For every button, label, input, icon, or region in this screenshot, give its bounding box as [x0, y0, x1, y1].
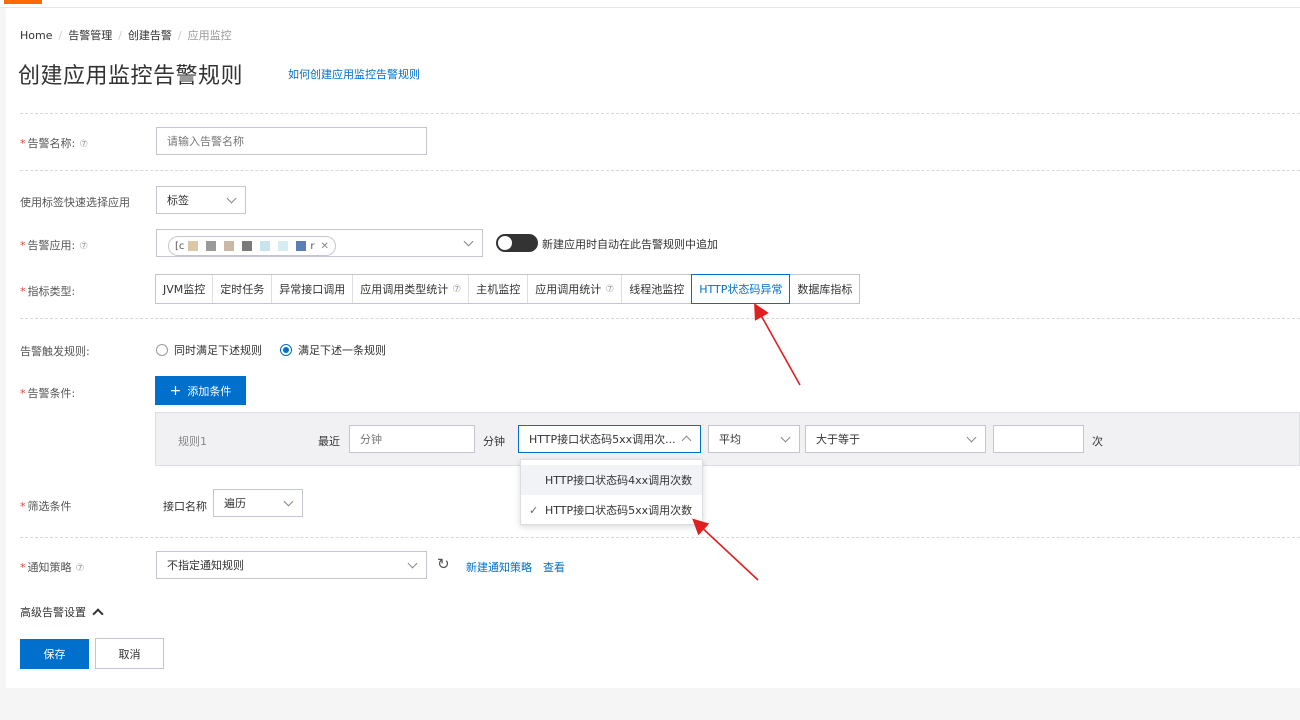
- help-icon: ⑦: [79, 241, 89, 252]
- trigger-rule-radios: 同时满足下述规则 满足下述一条规则: [156, 342, 386, 358]
- alert-app-label: * 告警应用: ⑦: [20, 239, 89, 252]
- help-link[interactable]: 如何创建应用监控告警规则: [288, 66, 420, 82]
- alert-name-input[interactable]: 请输入告警名称: [156, 127, 427, 155]
- tag-select-label: 使用标签快速选择应用: [20, 196, 130, 209]
- operator-select[interactable]: 大于等于: [805, 425, 986, 453]
- help-icon: ⑦: [452, 283, 462, 295]
- recent-label: 最近: [318, 435, 340, 448]
- new-notify-link[interactable]: 新建通知策略: [466, 559, 532, 575]
- chevron-down-icon: [966, 432, 977, 443]
- chevron-down-icon: [283, 496, 294, 507]
- check-icon: ✓: [529, 503, 539, 517]
- condition-label: * 告警条件:: [20, 387, 76, 400]
- tab-http-status[interactable]: HTTP状态码异常: [691, 274, 791, 304]
- save-button[interactable]: 保存: [20, 639, 89, 669]
- radio-any-label: 满足下述一条规则: [298, 344, 386, 357]
- breadcrumb: Home / 告警管理 / 创建告警 / 应用监控: [20, 27, 232, 43]
- alert-name-label: * 告警名称: ⑦: [20, 137, 89, 150]
- toggle-label: 新建应用时自动在此告警规则中追加: [542, 238, 718, 251]
- count-unit: 次: [1092, 435, 1103, 448]
- divider: [20, 318, 1300, 319]
- threshold-input[interactable]: [993, 425, 1084, 453]
- filter-select[interactable]: 遍历: [213, 489, 303, 517]
- metric-type-tabs: JVM监控 定时任务 异常接口调用 应用调用类型统计 ⑦ 主机监控 应用调用统计 ⑦…: [155, 274, 861, 304]
- help-icon: ⑦: [605, 283, 615, 295]
- trigger-rule-label: 告警触发规则:: [20, 345, 90, 358]
- help-icon: ⑦: [79, 139, 89, 150]
- metric-dropdown: HTTP接口状态码4xx调用次数 ✓ HTTP接口状态码5xx调用次数: [520, 459, 703, 525]
- minutes-input[interactable]: 分钟: [349, 425, 475, 453]
- chevron-down-icon: [226, 193, 237, 204]
- tag-select[interactable]: 标签: [156, 186, 246, 214]
- breadcrumb-home[interactable]: Home: [20, 29, 52, 42]
- rule-name: 规则1: [178, 435, 207, 448]
- radio-all-label: 同时满足下述规则: [174, 344, 262, 357]
- breadcrumb-current: 应用监控: [187, 29, 232, 42]
- auto-append-toggle[interactable]: [496, 234, 538, 252]
- dropdown-option-5xx[interactable]: ✓ HTTP接口状态码5xx调用次数: [521, 495, 702, 525]
- help-icon: ⑦: [75, 563, 85, 574]
- notify-select[interactable]: 不指定通知规则: [156, 551, 427, 579]
- advanced-settings-toggle[interactable]: 高级告警设置: [20, 604, 104, 620]
- tab-exception-api[interactable]: 异常接口调用: [272, 275, 354, 303]
- chevron-up-icon: [92, 608, 104, 620]
- refresh-icon[interactable]: ↻: [437, 555, 450, 573]
- tab-scheduled-task[interactable]: 定时任务: [213, 275, 273, 303]
- divider: [20, 537, 1300, 538]
- tab-call-type-stats[interactable]: 应用调用类型统计 ⑦: [353, 275, 470, 303]
- tab-jvm[interactable]: JVM监控: [156, 275, 214, 303]
- filter-label: * 筛选条件: [20, 500, 72, 513]
- chevron-up-icon: [681, 435, 692, 446]
- breadcrumb-alert-management[interactable]: 告警管理: [68, 27, 112, 43]
- plus-icon: +: [169, 382, 182, 399]
- filter-field-label: 接口名称: [163, 500, 207, 513]
- chevron-down-icon: [463, 236, 474, 247]
- aggregation-select[interactable]: 平均: [708, 425, 800, 453]
- top-bar: [0, 0, 1300, 8]
- breadcrumb-create-alert[interactable]: 创建告警: [128, 27, 172, 43]
- add-condition-button[interactable]: + 添加条件: [155, 376, 246, 405]
- dropdown-option-4xx[interactable]: HTTP接口状态码4xx调用次数: [521, 465, 702, 495]
- tab-thread-pool[interactable]: 线程池监控: [622, 275, 693, 303]
- chevron-down-icon: [780, 432, 791, 443]
- notify-label: * 通知策略 ⑦: [20, 561, 85, 574]
- view-link[interactable]: 查看: [543, 559, 565, 575]
- tab-database[interactable]: 数据库指标: [790, 275, 859, 303]
- divider: [20, 113, 1300, 114]
- radio-all[interactable]: [156, 344, 168, 356]
- tab-call-stats[interactable]: 应用调用统计 ⑦: [528, 275, 623, 303]
- minutes-unit: 分钟: [483, 435, 505, 448]
- page-title: 创建应用监控告警规则: [18, 64, 244, 89]
- cancel-button[interactable]: 取消: [95, 638, 164, 669]
- divider: [20, 170, 1300, 171]
- chevron-down-icon: [407, 558, 418, 569]
- metric-type-label: * 指标类型:: [20, 285, 76, 298]
- app-tag[interactable]: [c r ✕: [168, 236, 336, 256]
- brand-accent: [4, 0, 42, 4]
- tab-host[interactable]: 主机监控: [469, 275, 529, 303]
- radio-any[interactable]: [280, 344, 292, 356]
- close-icon[interactable]: ✕: [321, 241, 329, 252]
- metric-select[interactable]: HTTP接口状态码5xx调用次...: [518, 425, 701, 453]
